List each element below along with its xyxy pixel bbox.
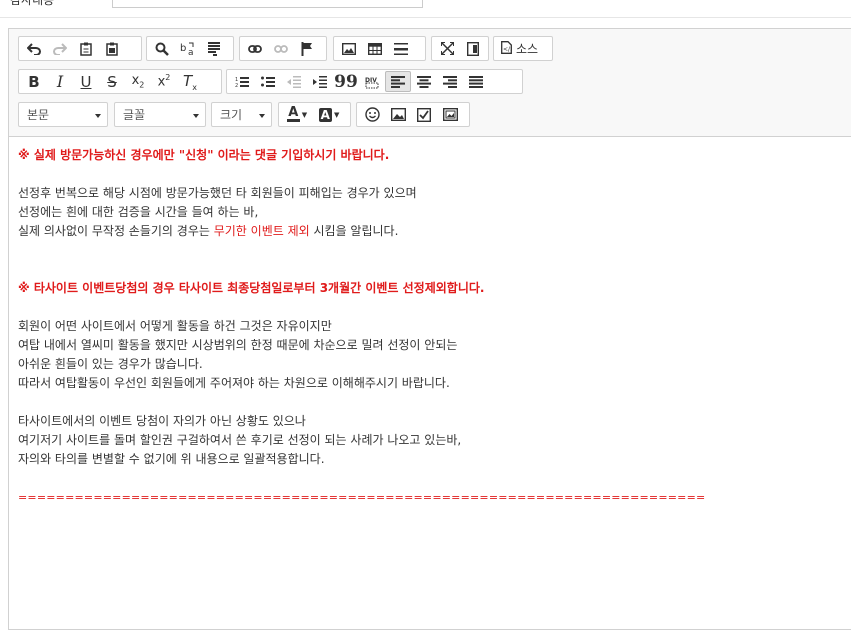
text-line-8: 아쉬운 흰들이 있는 경우가 많습니다. — [18, 357, 203, 371]
svg-text:b: b — [180, 43, 186, 54]
checkbox-icon[interactable] — [411, 104, 437, 125]
text-line-2: 선정후 번복으로 해당 시점에 방문가능했던 타 회원들이 피해입는 경우가 있… — [18, 186, 417, 200]
text-line-12: 자의와 타의를 변별할 수 없기에 위 내용으로 일괄적용합니다. — [18, 452, 325, 466]
svg-text:2: 2 — [235, 83, 238, 88]
bg-color-button[interactable]: A ▼ — [313, 104, 345, 125]
anchor-flag-icon[interactable] — [294, 38, 320, 59]
source-group: </> 소스 — [493, 36, 553, 61]
subscript-icon[interactable]: x2 — [125, 71, 151, 92]
source-label: 소스 — [516, 42, 539, 56]
format-combo[interactable]: 본문 — [18, 102, 108, 127]
text-color-button[interactable]: A ▼ — [281, 104, 313, 125]
colors-group: A ▼ A ▼ — [278, 102, 351, 127]
text-color-icon: A — [288, 105, 299, 120]
format-combo-value: 본문 — [27, 108, 50, 122]
background-color-icon: A — [318, 107, 332, 122]
highlight-text: 무기한 이벤트 제외 — [213, 224, 310, 238]
text-line-9: 따라서 여탑활동이 우선인 회원들에게 주어져야 하는 차원으로 이해해주시기 … — [18, 376, 450, 390]
editor-toolbar: ba </> 소스 B I U S — [9, 29, 851, 137]
smiley-icon[interactable] — [359, 104, 385, 125]
maximize-icon[interactable] — [434, 38, 460, 59]
history-clipboard-group — [18, 36, 142, 61]
editor-content[interactable]: ※ 실제 방문가능하신 경우에만 "신청" 이라는 댓글 기입하시기 바랍니다.… — [18, 146, 838, 507]
bulleted-list-icon[interactable] — [255, 71, 281, 92]
replace-icon[interactable]: ba — [175, 38, 201, 59]
bold-icon[interactable]: B — [21, 71, 47, 92]
show-blocks-icon[interactable] — [460, 38, 486, 59]
search-icon[interactable] — [149, 38, 175, 59]
text-line-4: 실제 의사없이 무작정 손들기의 경우는 무기한 이벤트 제외 시킴을 알립니다… — [18, 222, 838, 241]
indent-icon[interactable] — [307, 71, 333, 92]
top-input-field[interactable] — [112, 0, 423, 8]
unlink-icon[interactable] — [268, 38, 294, 59]
paste-icon[interactable] — [73, 38, 99, 59]
text-line-4-start: 실제 의사없이 무작정 손들기의 경우는 — [18, 224, 214, 238]
chevron-down-icon — [259, 114, 265, 118]
text-line-3: 선정에는 흰에 대한 검증을 시간을 들여 하는 바, — [18, 205, 259, 219]
text-line-10: 타사이트에서의 이벤트 당첨이 자의가 아닌 상황도 있으나 — [18, 414, 306, 428]
numbered-list-icon[interactable]: 12 — [229, 71, 255, 92]
view-group — [431, 36, 489, 61]
image-upload-icon[interactable] — [385, 104, 411, 125]
source-icon: </> — [501, 40, 515, 57]
image-gallery-icon[interactable] — [437, 104, 463, 125]
justify-icon[interactable] — [463, 71, 489, 92]
extras-group — [356, 102, 470, 127]
table-icon[interactable] — [362, 38, 388, 59]
image-icon[interactable] — [336, 38, 362, 59]
font-combo-value: 글꼴 — [123, 108, 146, 122]
svg-text:</>: </> — [503, 46, 512, 53]
link-icon[interactable] — [242, 38, 268, 59]
chevron-down-icon — [193, 114, 199, 118]
text-line-11: 여기저기 사이트를 돌며 할인권 구걸하여서 쓴 후기로 선정이 되는 사례가 … — [18, 433, 462, 447]
remove-format-icon[interactable]: Tx — [177, 71, 203, 92]
italic-icon[interactable]: I — [47, 71, 73, 92]
strikethrough-icon[interactable]: S — [99, 71, 125, 92]
blockquote-icon[interactable]: 99 — [333, 71, 359, 92]
separator — [0, 17, 851, 18]
outdent-icon[interactable] — [281, 71, 307, 92]
select-all-icon[interactable] — [201, 38, 227, 59]
link-group — [239, 36, 327, 61]
align-right-icon[interactable] — [437, 71, 463, 92]
size-combo[interactable]: 크기 — [211, 102, 272, 127]
font-combo[interactable]: 글꼴 — [114, 102, 206, 127]
find-group: ba — [146, 36, 234, 61]
horizontal-rule-icon[interactable] — [388, 38, 414, 59]
align-left-icon[interactable] — [385, 71, 411, 92]
align-center-icon[interactable] — [411, 71, 437, 92]
notice-line-1: ※ 실제 방문가능하신 경우에만 "신청" 이라는 댓글 기입하시기 바랍니다. — [18, 148, 390, 162]
superscript-icon[interactable]: x2 — [151, 71, 177, 92]
text-line-7: 여탑 내에서 열씨미 활동을 했지만 시상범위의 한정 때문에 차순으로 밀려 … — [18, 338, 458, 352]
notice-line-2: ※ 타사이트 이벤트당첨의 경우 타사이트 최종당첨일로부터 3개월간 이벤트 … — [18, 281, 485, 295]
size-combo-value: 크기 — [220, 108, 243, 122]
undo-icon[interactable] — [21, 38, 47, 59]
text-line-6: 회원이 어떤 사이트에서 어떻게 활동을 하건 그것은 자유이지만 — [18, 319, 332, 333]
field-label: 감사내용 — [10, 0, 55, 7]
underline-icon[interactable]: U — [73, 71, 99, 92]
redo-icon[interactable] — [47, 38, 73, 59]
divider-line: ========================================… — [18, 491, 706, 504]
source-button[interactable]: </> 소스 — [496, 38, 543, 59]
paste-word-icon[interactable] — [99, 38, 125, 59]
svg-text:a: a — [188, 48, 194, 56]
insert-group — [333, 36, 426, 61]
basic-styles-group: B I U S x2 x2 Tx — [18, 69, 222, 94]
text-line-4-end: 시킴을 알립니다. — [309, 224, 399, 238]
paragraph-group: 12 99 DIV — [226, 69, 523, 94]
chevron-down-icon — [95, 114, 101, 118]
create-div-icon[interactable]: DIV — [359, 71, 385, 92]
